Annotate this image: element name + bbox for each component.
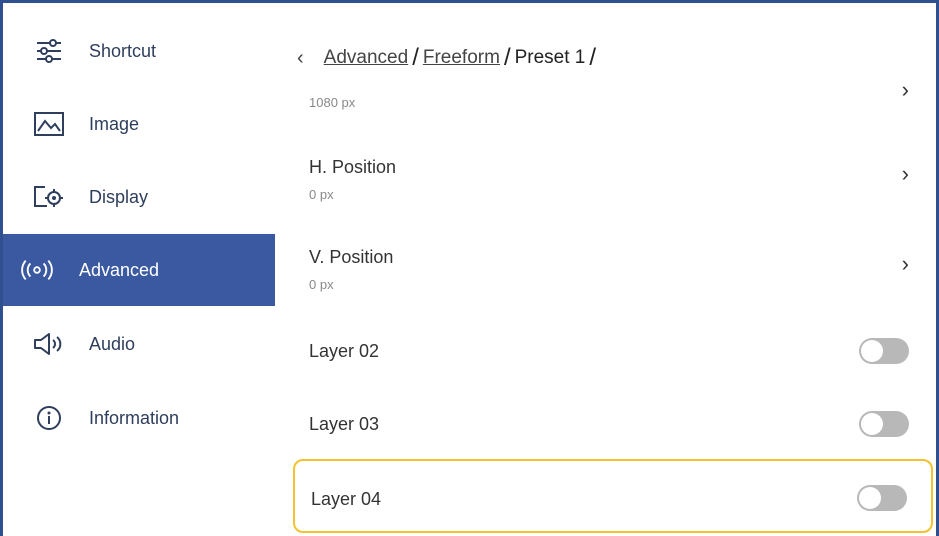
setting-title: Layer 04 (311, 489, 382, 509)
sidebar-item-label: Display (89, 186, 149, 207)
broadcast-icon (21, 256, 53, 284)
toggle-knob (861, 340, 883, 362)
breadcrumb: ‹ Advanced / Freeform / Preset 1 / (297, 43, 600, 73)
sidebar-item-label: Advanced (79, 259, 160, 280)
setting-title: Layer 03 (309, 414, 380, 434)
layer-04-toggle[interactable] (857, 485, 907, 511)
setting-title: Layer 02 (309, 341, 380, 361)
speaker-icon (33, 330, 65, 358)
setting-title: V. Position (309, 247, 394, 267)
sidebar-item-display[interactable]: Display (3, 161, 275, 233)
setting-value: 0 px (309, 187, 334, 202)
sidebar-item-information[interactable]: Information (3, 382, 275, 454)
sidebar-item-shortcut[interactable]: Shortcut (3, 15, 275, 87)
back-chevron-icon[interactable]: ‹ (297, 47, 304, 70)
breadcrumb-separator: / (412, 44, 419, 71)
setting-row-h-position[interactable]: H. Position 0 px › (293, 147, 933, 219)
toggle-knob (859, 487, 881, 509)
toggle-knob (861, 413, 883, 435)
breadcrumb-current: Preset 1 (514, 47, 586, 68)
chevron-right-icon: › (901, 251, 909, 276)
setting-row-layer-03[interactable]: Layer 03 (293, 388, 933, 460)
setting-title: H. Position (309, 157, 397, 177)
sidebar-item-image[interactable]: Image (3, 88, 275, 160)
setting-row-v-position[interactable]: V. Position 0 px › (293, 237, 933, 309)
settings-panel: ‹ Advanced / Freeform / Preset 1 / 1080 … (275, 3, 936, 536)
sidebar-item-advanced[interactable]: Advanced (3, 234, 275, 306)
setting-row-partial[interactable]: 1080 px › (293, 75, 933, 117)
sidebar-item-audio[interactable]: Audio (3, 308, 275, 380)
breadcrumb-advanced[interactable]: Advanced (324, 47, 409, 69)
info-icon (33, 404, 65, 432)
setting-value: 1080 px (309, 95, 356, 110)
image-icon (33, 110, 65, 138)
layer-03-toggle[interactable] (859, 411, 909, 437)
sidebar: Shortcut Image Display Advanced Audio In… (3, 3, 275, 536)
sidebar-item-label: Image (89, 113, 140, 134)
breadcrumb-separator: / (503, 44, 511, 71)
chevron-right-icon: › (901, 161, 909, 186)
layer-02-toggle[interactable] (859, 338, 909, 364)
setting-value: 0 px (309, 277, 334, 292)
display-settings-icon (33, 183, 65, 211)
sidebar-item-label: Information (89, 407, 180, 428)
breadcrumb-freeform[interactable]: Freeform (423, 47, 500, 69)
chevron-right-icon: › (901, 77, 909, 102)
sidebar-item-label: Shortcut (89, 40, 157, 61)
setting-row-layer-02[interactable]: Layer 02 (293, 315, 933, 387)
breadcrumb-separator: / (589, 44, 597, 71)
setting-row-layer-04[interactable]: Layer 04 (293, 459, 933, 533)
sliders-icon (33, 37, 65, 65)
sidebar-item-label: Audio (89, 333, 136, 354)
